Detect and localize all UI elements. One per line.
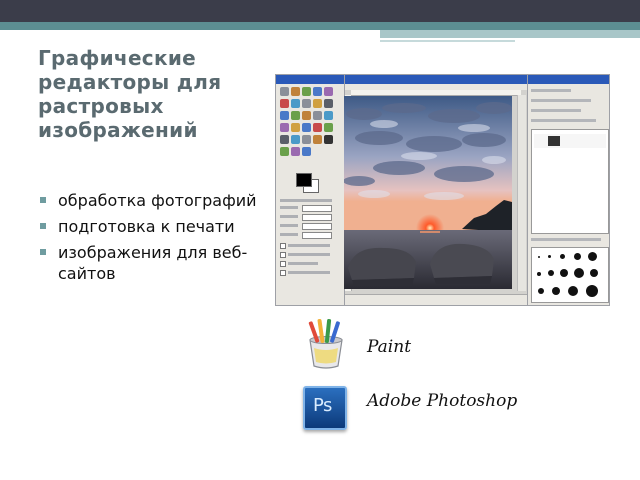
bullet-marker-icon [40,223,46,229]
bullet-item: подготовка к печати [38,216,268,237]
layer-thumbnail [548,136,560,146]
layers-dock [527,75,609,305]
canvas-titlebar [345,75,527,84]
brushes-panel [531,247,609,303]
toolbox-titlebar [276,75,344,84]
photoshop-icon-label: Ps [313,395,332,416]
bullet-item: обработка фотографий [38,190,268,211]
bullet-text: подготовка к печати [58,217,235,236]
canvas-statusbar [345,294,527,305]
image-editor-screenshot [275,74,610,306]
sunset-photo [344,96,512,289]
bullet-text: обработка фотографий [58,191,257,210]
bullet-marker-icon [40,249,46,255]
slide-title: Графические редакторы для растровых изоб… [38,46,222,142]
foreground-color-swatch [296,173,312,187]
layers-titlebar [528,75,609,84]
layers-list [531,129,609,234]
bullet-item: изображения для веб-сайтов [38,242,268,284]
paint-app-icon [308,319,343,369]
canvas-scrollbar [517,95,526,291]
header-thin-stripe [380,40,515,42]
bullet-text: изображения для веб-сайтов [58,243,248,283]
header-bar [0,0,640,22]
header-accent-stripe [380,30,640,38]
bullet-marker-icon [40,197,46,203]
bullet-list: обработка фотографий подготовка к печати… [38,190,268,289]
paint-app-label: Paint [367,337,412,357]
photoshop-app-label: Adobe Photoshop [367,391,518,411]
toolbox-tools [280,87,338,171]
header-accent-bar [0,22,640,30]
photoshop-app-icon: Ps [303,386,347,430]
